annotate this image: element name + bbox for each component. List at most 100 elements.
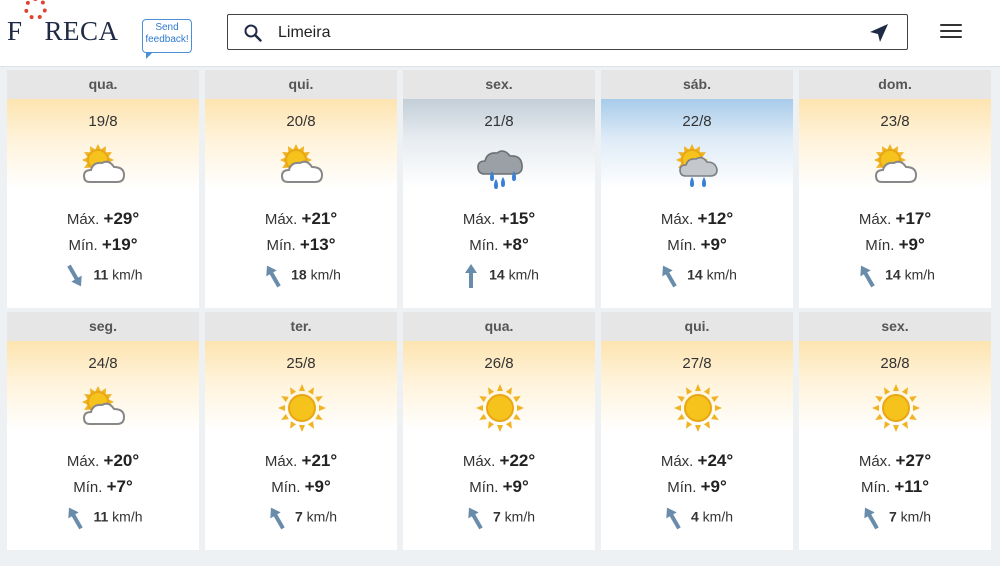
max-temperature: Máx. +15°: [403, 209, 595, 229]
min-value: +19°: [101, 235, 138, 254]
wind-direction-arrow-icon: [859, 504, 883, 532]
sun-rain-icon: [672, 140, 724, 192]
day-name: ter.: [205, 312, 397, 341]
max-label: Máx.: [264, 211, 298, 228]
location-arrow-icon[interactable]: [869, 23, 889, 48]
forecast-day-card[interactable]: qui. 27/8 Máx. +24° Mín. +9° 4 km/h: [601, 312, 793, 550]
min-label: Mín.: [469, 479, 499, 496]
search-icon[interactable]: [244, 24, 262, 47]
day-date: 23/8: [880, 113, 910, 130]
sun-icon: [276, 382, 328, 434]
max-temperature: Máx. +21°: [205, 209, 397, 229]
min-value: +9°: [700, 235, 727, 254]
min-value: +7°: [106, 477, 133, 496]
hamburger-menu-icon[interactable]: [940, 24, 962, 40]
wind-info: 11 km/h: [7, 504, 199, 532]
max-temperature: Máx. +22°: [403, 451, 595, 471]
wind-unit: km/h: [306, 508, 338, 525]
sun-icon: [870, 382, 922, 434]
max-value: +17°: [895, 209, 932, 228]
max-temperature: Máx. +17°: [799, 209, 991, 229]
max-value: +27°: [895, 451, 932, 470]
min-temperature: Mín. +7°: [7, 477, 199, 497]
wind-speed: 14: [885, 266, 901, 283]
forecast-day-card[interactable]: sáb. 22/8 Máx. +12° Mín. +9° 14 km/h: [601, 70, 793, 308]
foreca-logo[interactable]: F RECA: [7, 0, 119, 47]
max-label: Máx.: [660, 211, 694, 228]
day-name: qua.: [7, 70, 199, 99]
forecast-day-card[interactable]: qua. 26/8 Máx. +22° Mín. +9° 7 km/h: [403, 312, 595, 550]
min-value: +9°: [502, 477, 529, 496]
forecast-day-card[interactable]: dom. 23/8 Máx. +17° Mín. +9° 14 km/h: [799, 70, 991, 308]
search-box[interactable]: [227, 14, 908, 50]
wind-unit: km/h: [904, 266, 935, 283]
wind-info: 14 km/h: [403, 262, 595, 290]
wind-direction-arrow-icon: [463, 504, 487, 532]
wind-speed: 7: [492, 508, 501, 525]
wind-unit: km/h: [310, 266, 341, 283]
rain-cloud-icon: [474, 140, 526, 192]
min-label: Mín.: [68, 237, 98, 254]
wind-info: 7 km/h: [799, 504, 991, 532]
wind-direction-arrow-icon: [63, 504, 87, 532]
max-label: Máx.: [660, 453, 694, 470]
wind-speed: 7: [888, 508, 897, 525]
partly-cloudy-icon: [870, 140, 922, 192]
wind-info: 4 km/h: [601, 504, 793, 532]
day-date: 26/8: [484, 355, 514, 372]
forecast-day-card[interactable]: qua. 19/8 Máx. +29° Mín. +19° 11 km/h: [7, 70, 199, 308]
max-value: +24°: [697, 451, 734, 470]
max-value: +29°: [103, 209, 140, 228]
wind-unit: km/h: [702, 508, 734, 525]
sun-icon: [672, 382, 724, 434]
day-name: seg.: [7, 312, 199, 341]
forecast-day-card[interactable]: qui. 20/8 Máx. +21° Mín. +13° 18 km/h: [205, 70, 397, 308]
wind-unit: km/h: [504, 508, 536, 525]
wind-unit: km/h: [706, 266, 737, 283]
max-value: +20°: [103, 451, 140, 470]
forecast-day-card[interactable]: sex. 28/8 Máx. +27° Mín. +11° 7 km/h: [799, 312, 991, 550]
day-date: 19/8: [88, 113, 118, 130]
feedback-label: Send feedback!: [145, 22, 189, 45]
wind-unit: km/h: [112, 508, 143, 525]
min-temperature: Mín. +11°: [799, 477, 991, 497]
wind-direction-arrow-icon: [657, 262, 681, 290]
min-label: Mín.: [469, 237, 499, 254]
wind-unit: km/h: [900, 508, 932, 525]
day-date: 27/8: [682, 355, 712, 372]
day-name: qua.: [403, 312, 595, 341]
wind-speed: 11: [93, 508, 109, 525]
send-feedback-button[interactable]: Send feedback!: [142, 19, 192, 59]
min-value: +8°: [502, 235, 529, 254]
partly-cloudy-icon: [276, 140, 328, 192]
min-label: Mín.: [667, 479, 697, 496]
max-temperature: Máx. +27°: [799, 451, 991, 471]
search-input[interactable]: [276, 21, 840, 45]
min-temperature: Mín. +13°: [205, 235, 397, 255]
max-value: +21°: [301, 451, 338, 470]
min-label: Mín.: [860, 479, 891, 496]
top-bar: F RECA Send feedback!: [0, 0, 1000, 67]
min-label: Mín.: [266, 237, 296, 254]
day-date: 21/8: [484, 113, 514, 130]
day-name: sex.: [403, 70, 595, 99]
forecast-row-week2: seg. 24/8 Máx. +20° Mín. +7° 11 km/h ter…: [7, 312, 991, 550]
min-label: Mín.: [271, 479, 301, 496]
forecast-day-card[interactable]: ter. 25/8 Máx. +21° Mín. +9° 7 km/h: [205, 312, 397, 550]
max-value: +22°: [499, 451, 536, 470]
max-label: Máx.: [66, 453, 100, 470]
forecast-day-card[interactable]: seg. 24/8 Máx. +20° Mín. +7° 11 km/h: [7, 312, 199, 550]
max-temperature: Máx. +20°: [7, 451, 199, 471]
wind-speed: 14: [489, 266, 505, 283]
min-value: +11°: [894, 477, 930, 496]
forecast-day-card[interactable]: sex. 21/8 Máx. +15° Mín. +8° 14 km/h: [403, 70, 595, 308]
min-value: +9°: [304, 477, 331, 496]
wind-direction-arrow-icon: [261, 262, 285, 290]
wind-info: 14 km/h: [799, 262, 991, 290]
wind-speed: 11: [93, 266, 109, 283]
min-value: +13°: [299, 235, 336, 254]
wind-direction-arrow-icon: [661, 504, 685, 532]
max-value: +15°: [499, 209, 536, 228]
max-label: Máx.: [264, 453, 298, 470]
wind-direction-arrow-icon: [855, 262, 879, 290]
